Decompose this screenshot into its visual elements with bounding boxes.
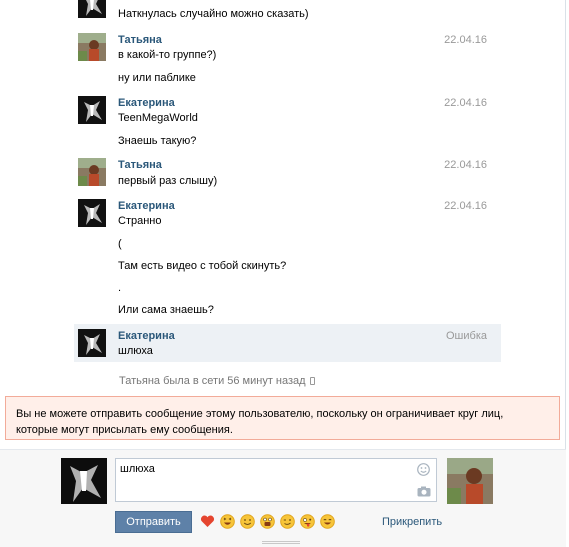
message-input[interactable]: шлюха [115,458,437,502]
message-text: первый раз слышу) [118,175,218,187]
message-text: ( [118,238,122,250]
winking-face-icon[interactable] [280,514,295,529]
message-group: Татьяна 22.04.16 первый раз слышу) [74,158,501,190]
dialog-window: Наткнулась случайно можно сказать) Татья… [0,0,566,547]
smiling-face-icon[interactable] [240,514,255,529]
message-history[interactable]: Наткнулась случайно можно сказать) Татья… [0,0,566,392]
tatyana-avatar[interactable] [78,33,106,61]
message-text: Или сама знаешь? [118,304,214,316]
message-group: Татьяна 22.04.16 в какой-то группе?) ну … [74,33,501,89]
message-text: Наткнулась случайно можно сказать) [118,8,309,20]
send-button[interactable]: Отправить [115,511,192,533]
message-group: Наткнулась случайно можно сказать) [74,0,501,20]
peer-avatar[interactable] [447,458,493,504]
message-text: Знаешь такую? [118,135,197,147]
tatyana-avatar[interactable] [78,158,106,186]
error-banner: Вы не можете отправить сообщение этому п… [5,396,560,440]
ekaterina-avatar[interactable] [78,199,106,227]
message-text: Странно [118,215,162,227]
message-date[interactable]: 22.04.16 [444,97,487,109]
heart-icon[interactable] [200,514,215,529]
happy-face-icon[interactable] [320,514,335,529]
camera-icon[interactable] [417,486,431,497]
message-date[interactable]: 22.04.16 [444,159,487,171]
smile-icon[interactable] [417,463,430,476]
message-text: . [118,282,122,294]
failed-message-row[interactable]: Екатерина Ошибка шлюха [74,324,501,362]
author-name[interactable]: Екатерина [118,97,175,109]
message-date[interactable]: 22.04.16 [444,200,487,212]
online-status-text: Татьяна была в сети 56 минут назад [119,375,306,387]
my-avatar[interactable] [61,458,107,504]
ekaterina-avatar[interactable] [78,0,106,18]
message-group: Екатерина 22.04.16 Странно ( Там есть ви… [74,199,501,319]
crazy-face-icon[interactable] [300,514,315,529]
message-input-value: шлюха [120,463,155,475]
message-text: Там есть видео с тобой скинуть? [118,260,287,272]
message-text: в какой-то группе?) [118,49,217,61]
ekaterina-avatar[interactable] [78,96,106,124]
author-name[interactable]: Екатерина [118,330,175,342]
attach-link[interactable]: Прикрепить [382,516,442,528]
error-label: Ошибка [446,330,487,342]
screaming-face-icon[interactable] [260,514,275,529]
message-text: ну или паблике [118,72,196,84]
error-text: Вы не можете отправить сообщение этому п… [16,408,504,436]
message-date[interactable]: 22.04.16 [444,34,487,46]
message-text: TeenMegaWorld [118,112,198,124]
author-name[interactable]: Татьяна [118,159,162,171]
mobile-phone-icon [309,377,315,385]
author-name[interactable]: Екатерина [118,200,175,212]
resize-handle[interactable] [262,541,300,544]
author-name[interactable]: Татьяна [118,34,162,46]
online-status: Татьяна была в сети 56 минут назад [119,375,315,387]
message-group: Екатерина 22.04.16 TeenMegaWorld Знаешь … [74,96,501,152]
message-composer: шлюха Отправить Прикрепить [0,449,566,547]
message-text: шлюха [118,345,153,357]
ekaterina-avatar[interactable] [78,329,106,357]
laughing-face-icon[interactable] [220,514,235,529]
